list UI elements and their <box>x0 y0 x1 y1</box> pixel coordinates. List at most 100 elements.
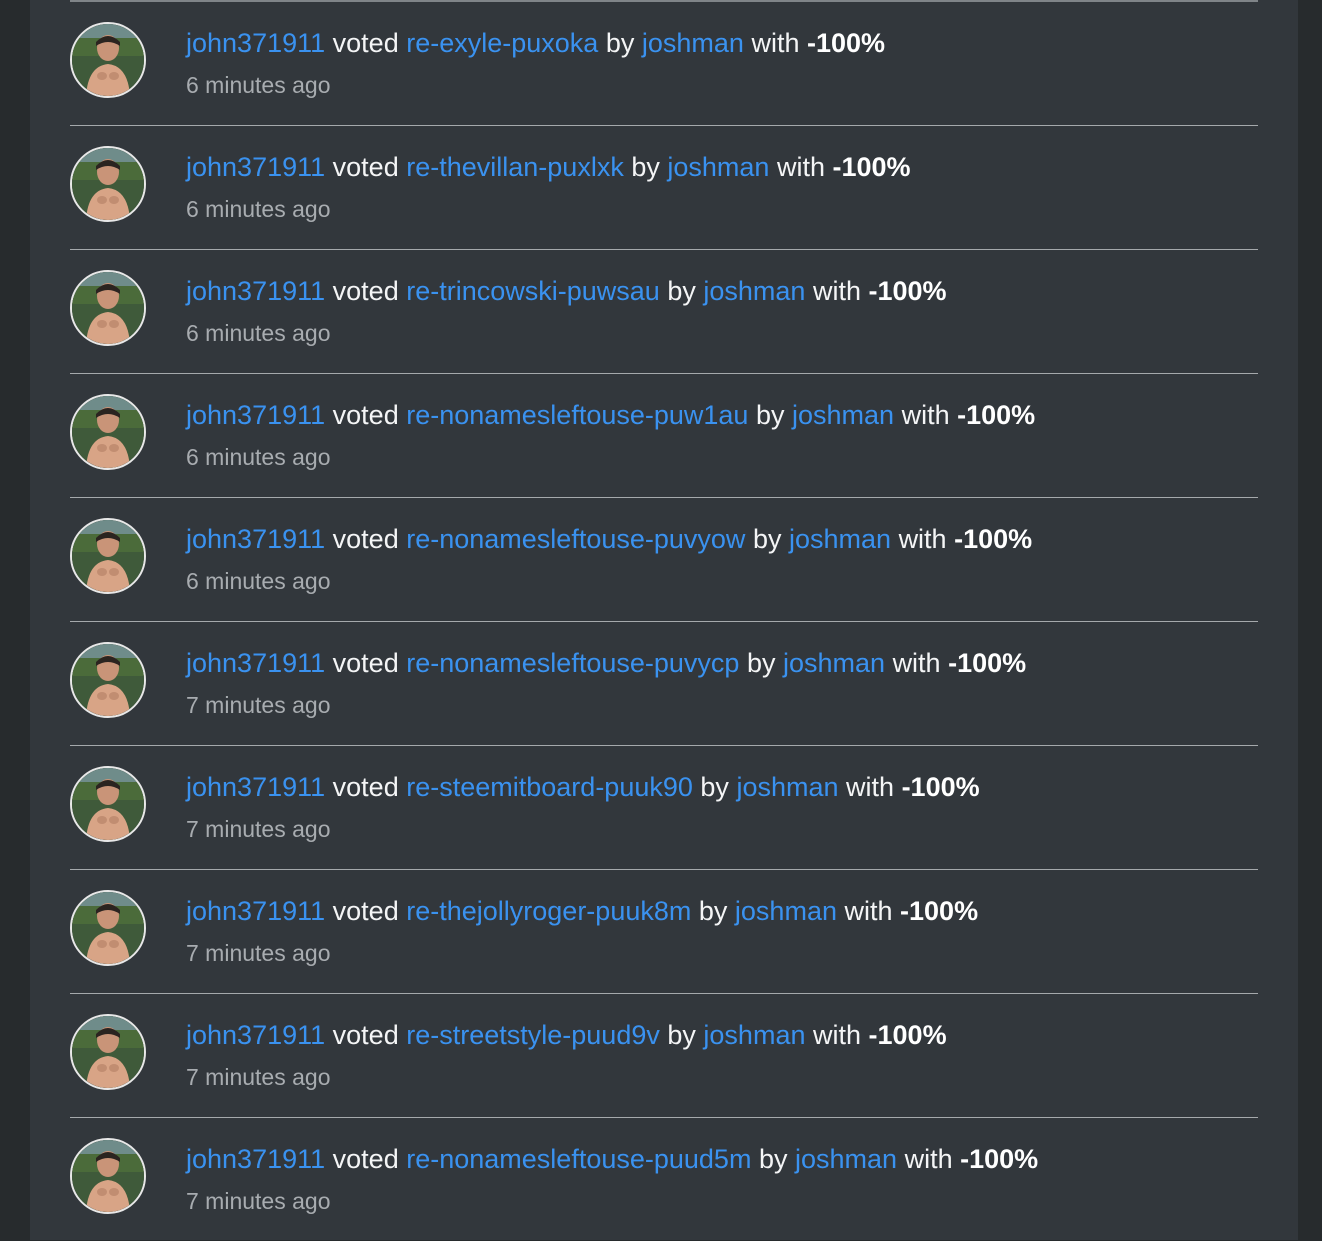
author-link[interactable]: joshman <box>783 648 885 678</box>
timestamp: 7 minutes ago <box>186 692 331 718</box>
action-text: voted <box>332 28 399 58</box>
with-text: with <box>846 772 895 802</box>
timestamp: 6 minutes ago <box>186 568 331 594</box>
author-link[interactable]: joshman <box>735 896 837 926</box>
post-link[interactable]: re-thevillan-puxlxk <box>406 152 624 182</box>
voter-link[interactable]: john371911 <box>186 648 325 678</box>
activity-item: john371911 voted re-steemitboard-puuk90 … <box>70 746 1258 870</box>
timestamp: 7 minutes ago <box>186 1064 331 1090</box>
voter-link[interactable]: john371911 <box>186 1020 325 1050</box>
post-link[interactable]: re-streetstyle-puud9v <box>406 1020 660 1050</box>
voter-link[interactable]: john371911 <box>186 524 325 554</box>
activity-item: john371911 voted re-nonamesleftouse-puvy… <box>70 622 1258 746</box>
avatar[interactable] <box>70 890 146 966</box>
with-text: with <box>901 400 950 430</box>
author-link[interactable]: joshman <box>792 400 894 430</box>
timestamp: 7 minutes ago <box>186 940 331 966</box>
avatar[interactable] <box>70 270 146 346</box>
action-text: voted <box>332 772 399 802</box>
vote-weight: -100% <box>832 152 911 182</box>
by-text: by <box>631 152 660 182</box>
vote-weight: -100% <box>868 276 947 306</box>
avatar-photo-icon <box>72 892 144 964</box>
activity-item: john371911 voted re-trincowski-puwsau by… <box>70 250 1258 374</box>
vote-weight: -100% <box>900 896 979 926</box>
with-text: with <box>844 896 893 926</box>
vote-weight: -100% <box>954 524 1033 554</box>
by-text: by <box>700 772 729 802</box>
voter-link[interactable]: john371911 <box>186 400 325 430</box>
voter-link[interactable]: john371911 <box>186 152 325 182</box>
vote-weight: -100% <box>960 1144 1039 1174</box>
avatar-photo-icon <box>72 644 144 716</box>
by-text: by <box>698 896 728 926</box>
avatar-photo-icon <box>72 24 144 96</box>
with-text: with <box>898 524 947 554</box>
action-text: voted <box>332 648 399 678</box>
action-text: voted <box>332 152 399 182</box>
timestamp: 6 minutes ago <box>186 196 331 222</box>
post-link[interactable]: re-exyle-puxoka <box>406 28 598 58</box>
timestamp: 7 minutes ago <box>186 816 331 842</box>
activity-item: john371911 voted re-exyle-puxoka by josh… <box>70 2 1258 126</box>
avatar-photo-icon <box>72 396 144 468</box>
timestamp: 7 minutes ago <box>186 1188 331 1214</box>
by-text: by <box>758 1144 788 1174</box>
author-link[interactable]: joshman <box>667 152 769 182</box>
voter-link[interactable]: john371911 <box>186 276 325 306</box>
voter-link[interactable]: john371911 <box>186 1144 325 1174</box>
vote-weight: -100% <box>948 648 1027 678</box>
post-link[interactable]: re-nonamesleftouse-puud5m <box>406 1144 751 1174</box>
timestamp: 6 minutes ago <box>186 72 331 98</box>
post-link[interactable]: re-steemitboard-puuk90 <box>406 772 693 802</box>
avatar[interactable] <box>70 766 146 842</box>
action-text: voted <box>332 276 399 306</box>
voter-link[interactable]: john371911 <box>186 896 325 926</box>
with-text: with <box>812 276 861 306</box>
author-link[interactable]: joshman <box>795 1144 897 1174</box>
avatar[interactable] <box>70 22 146 98</box>
avatar-photo-icon <box>72 520 144 592</box>
with-text: with <box>892 648 941 678</box>
avatar[interactable] <box>70 146 146 222</box>
avatar[interactable] <box>70 1138 146 1214</box>
post-link[interactable]: re-nonamesleftouse-puvycp <box>406 648 739 678</box>
post-link[interactable]: re-nonamesleftouse-puvyow <box>406 524 745 554</box>
action-text: voted <box>332 896 399 926</box>
avatar[interactable] <box>70 394 146 470</box>
vote-weight: -100% <box>868 1020 947 1050</box>
action-text: voted <box>332 1020 399 1050</box>
post-link[interactable]: re-trincowski-puwsau <box>406 276 660 306</box>
vote-weight: -100% <box>807 28 886 58</box>
author-link[interactable]: joshman <box>703 276 805 306</box>
activity-item: john371911 voted re-thejollyroger-puuk8m… <box>70 870 1258 994</box>
avatar[interactable] <box>70 518 146 594</box>
avatar[interactable] <box>70 1014 146 1090</box>
activity-item: john371911 voted re-nonamesleftouse-puud… <box>70 1118 1258 1241</box>
avatar-photo-icon <box>72 148 144 220</box>
by-text: by <box>755 400 785 430</box>
activity-item: john371911 voted re-streetstyle-puud9v b… <box>70 994 1258 1118</box>
by-text: by <box>605 28 635 58</box>
with-text: with <box>904 1144 953 1174</box>
post-link[interactable]: re-thejollyroger-puuk8m <box>406 896 691 926</box>
vote-weight: -100% <box>901 772 980 802</box>
with-text: with <box>751 28 800 58</box>
avatar[interactable] <box>70 642 146 718</box>
activity-panel: john371911 voted re-exyle-puxoka by josh… <box>30 0 1298 1240</box>
with-text: with <box>813 1020 862 1050</box>
author-link[interactable]: joshman <box>703 1020 805 1050</box>
avatar-photo-icon <box>72 272 144 344</box>
voter-link[interactable]: john371911 <box>186 772 325 802</box>
timestamp: 6 minutes ago <box>186 320 331 346</box>
author-link[interactable]: joshman <box>642 28 744 58</box>
activity-feed: john371911 voted re-exyle-puxoka by josh… <box>70 2 1258 1241</box>
action-text: voted <box>332 1144 399 1174</box>
by-text: by <box>746 648 776 678</box>
voter-link[interactable]: john371911 <box>186 28 325 58</box>
author-link[interactable]: joshman <box>789 524 891 554</box>
author-link[interactable]: joshman <box>736 772 838 802</box>
by-text: by <box>667 276 696 306</box>
post-link[interactable]: re-nonamesleftouse-puw1au <box>406 400 748 430</box>
by-text: by <box>752 524 782 554</box>
